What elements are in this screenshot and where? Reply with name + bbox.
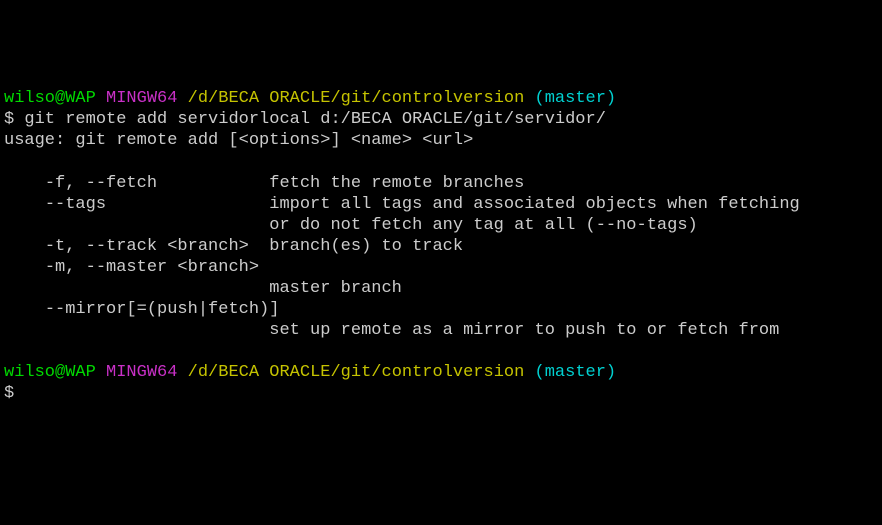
prompt-dollar: $: [4, 110, 24, 129]
output-usage: usage: git remote add [<options>] <name>…: [4, 131, 473, 150]
shell-env: MINGW64: [106, 89, 177, 108]
command-line-1[interactable]: $ git remote add servidorlocal d:/BECA O…: [4, 110, 606, 129]
prompt-dollar: $: [4, 384, 24, 403]
output-notags: or do not fetch any tag at all (--no-tag…: [4, 216, 698, 235]
command-text: git remote add servidorlocal d:/BECA ORA…: [24, 110, 606, 129]
git-branch: (master): [535, 363, 617, 382]
output-master-opt: -m, --master <branch>: [4, 258, 259, 277]
output-mirror-opt: --mirror[=(push|fetch)]: [4, 300, 279, 319]
prompt-line-2: wilso@WAP MINGW64 /d/BECA ORACLE/git/con…: [4, 363, 616, 382]
prompt-line-1: wilso@WAP MINGW64 /d/BECA ORACLE/git/con…: [4, 89, 616, 108]
cwd-path: /d/BECA ORACLE/git/controlversion: [188, 363, 525, 382]
output-track-opt: -t, --track <branch> branch(es) to track: [4, 237, 463, 256]
output-mirror-desc: set up remote as a mirror to push to or …: [4, 321, 779, 340]
git-branch: (master): [535, 89, 617, 108]
command-line-2[interactable]: $: [4, 384, 34, 403]
cursor: [24, 385, 34, 403]
cwd-path: /d/BECA ORACLE/git/controlversion: [188, 89, 525, 108]
user-host: wilso@WAP: [4, 363, 96, 382]
output-fetch-opt: -f, --fetch fetch the remote branches: [4, 174, 524, 193]
user-host: wilso@WAP: [4, 89, 96, 108]
shell-env: MINGW64: [106, 363, 177, 382]
output-tags-opt: --tags import all tags and associated ob…: [4, 195, 800, 214]
output-master-desc: master branch: [4, 279, 402, 298]
